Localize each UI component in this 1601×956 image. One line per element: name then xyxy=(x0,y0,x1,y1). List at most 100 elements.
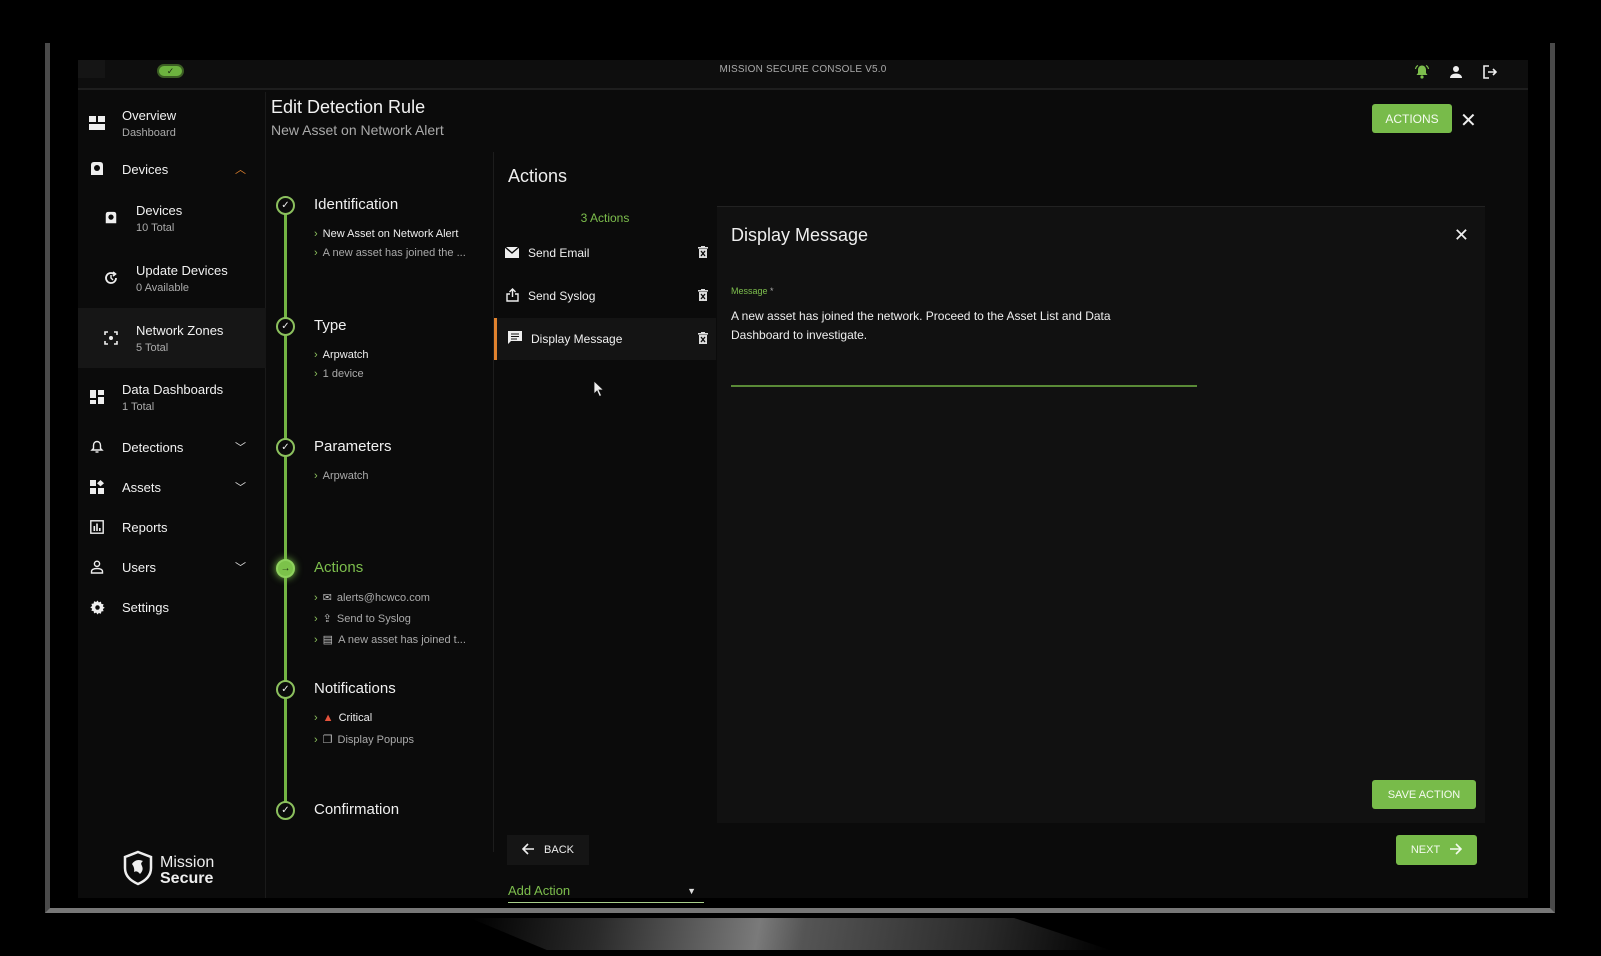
actions-button[interactable]: ACTIONS xyxy=(1372,104,1452,133)
bell-icon xyxy=(88,438,106,456)
chevron-down-icon[interactable]: ﹀ xyxy=(235,479,246,495)
save-action-button[interactable]: SAVE ACTION xyxy=(1372,780,1476,809)
app-window: ✓ MISSION SECURE CONSOLE V5.0 Overview Da… xyxy=(78,60,1528,903)
logo-text-line1: Mission xyxy=(160,853,215,871)
mail-icon: ✉ xyxy=(322,592,332,604)
chevron-up-icon[interactable]: ︿ xyxy=(235,161,246,177)
popup-icon: ❐ xyxy=(322,734,333,746)
sidebar-item-devices-list[interactable]: Devices 10 Total xyxy=(78,190,266,246)
mouse-cursor xyxy=(593,380,605,403)
arrow-right-icon xyxy=(1449,842,1463,858)
logout-icon[interactable] xyxy=(1480,62,1500,82)
actions-count: 3 Actions xyxy=(580,211,630,225)
share-icon: ⇪ xyxy=(322,613,332,625)
user-icon xyxy=(88,558,106,576)
sidebar-item-label: Data Dashboards xyxy=(122,381,224,397)
step-detail: › ▤ A new asset has joined t... xyxy=(314,633,466,647)
sidebar-item-label: Devices xyxy=(136,202,183,218)
panel-title: Display Message xyxy=(731,225,869,245)
sidebar-item-label: Users xyxy=(122,559,156,575)
chevron-down-icon[interactable]: ﹀ xyxy=(235,559,246,575)
step-detail: › ⇪ Send to Syslog xyxy=(314,612,411,626)
mission-secure-logo: Mission Secure xyxy=(122,850,214,891)
device-icon xyxy=(102,209,120,227)
arrow-left-icon xyxy=(521,842,535,858)
step-detail: › ▲ Critical xyxy=(314,712,373,724)
delete-icon[interactable] xyxy=(698,245,708,261)
next-label: NEXT xyxy=(1410,844,1441,856)
chevron-down-icon[interactable]: ﹀ xyxy=(235,439,246,455)
bell-icon[interactable] xyxy=(1412,62,1432,82)
delete-icon[interactable] xyxy=(698,331,708,347)
chevron-right-icon: › xyxy=(314,368,318,380)
chevron-right-icon: › xyxy=(314,349,318,361)
action-label: Send Email xyxy=(528,246,590,260)
sidebar-item-network-zones[interactable]: Network Zones 5 Total xyxy=(78,308,266,368)
delete-icon[interactable] xyxy=(698,288,708,304)
arrow-right-icon: → xyxy=(276,559,295,578)
sidebar-item-users[interactable]: Users ﹀ xyxy=(78,552,266,582)
check-icon: ✓ xyxy=(276,317,295,336)
action-item-send-syslog[interactable]: Send Syslog xyxy=(494,275,716,317)
step-title: Actions xyxy=(314,559,364,576)
rule-stepper: ✓ Identification › New Asset on Network A… xyxy=(268,190,493,880)
sidebar: Overview Dashboard Devices ︿ Devices 10 To… xyxy=(78,92,266,898)
chevron-right-icon: › xyxy=(314,591,318,604)
user-icon[interactable] xyxy=(1446,62,1466,82)
step-title: Type xyxy=(314,317,347,334)
sidebar-item-label: Detections xyxy=(122,439,184,455)
sidebar-item-sublabel: 0 Available xyxy=(136,281,190,294)
stepper-line xyxy=(284,206,287,812)
display-message-panel: Display Message ✕ Message * A new asset … xyxy=(717,206,1485,823)
logo-text-line2: Secure xyxy=(160,869,214,887)
page-subtitle: New Asset on Network Alert xyxy=(271,122,444,138)
back-button[interactable]: BACK xyxy=(507,835,589,865)
sidebar-item-label: Assets xyxy=(122,479,162,495)
assets-icon xyxy=(88,478,106,496)
step-detail: › Arpwatch xyxy=(314,349,369,361)
dashboard-icon xyxy=(88,114,106,132)
close-icon[interactable]: ✕ xyxy=(1454,225,1469,246)
sidebar-item-data-dashboards[interactable]: Data Dashboards 1 Total xyxy=(78,372,266,422)
sidebar-item-label: Settings xyxy=(122,599,169,615)
chevron-right-icon: › xyxy=(314,712,318,724)
step-detail: › ✉ alerts@hcwco.com xyxy=(314,591,430,605)
chevron-right-icon: › xyxy=(314,612,318,625)
step-title: Identification xyxy=(314,196,399,213)
reports-icon xyxy=(88,518,106,536)
sidebar-item-update-devices[interactable]: Update Devices 0 Available xyxy=(78,248,266,308)
dashboard-icon xyxy=(88,388,106,406)
caret-down-icon: ▼ xyxy=(687,885,696,896)
sidebar-item-devices[interactable]: Devices ︿ xyxy=(78,154,266,184)
gear-icon xyxy=(88,598,106,616)
action-item-send-email[interactable]: Send Email xyxy=(494,232,716,274)
sidebar-item-assets[interactable]: Assets ﹀ xyxy=(78,472,266,502)
device-icon xyxy=(88,160,106,178)
sidebar-item-overview[interactable]: Overview Dashboard xyxy=(78,104,266,142)
sidebar-item-sublabel: 1 Total xyxy=(122,400,155,413)
step-title: Notifications xyxy=(314,680,396,697)
chevron-right-icon: › xyxy=(314,247,318,259)
sidebar-item-settings[interactable]: Settings xyxy=(78,592,266,622)
add-action-select[interactable]: Add Action ▼ xyxy=(508,879,704,903)
chevron-right-icon: › xyxy=(314,470,318,482)
monitor-reflection xyxy=(470,918,1110,950)
message-textarea[interactable]: A new asset has joined the network. Proc… xyxy=(731,307,1151,345)
step-detail: › Arpwatch xyxy=(314,470,369,482)
close-icon[interactable]: ✕ xyxy=(1460,108,1477,133)
action-item-display-message[interactable]: Display Message xyxy=(494,318,716,360)
add-action-placeholder: Add Action xyxy=(508,883,571,898)
chevron-right-icon: › xyxy=(314,228,318,240)
message-label: Message * xyxy=(731,286,774,296)
sidebar-item-label: Devices xyxy=(122,161,169,177)
actions-heading: Actions xyxy=(508,166,568,186)
step-detail: › A new asset has joined the ... xyxy=(314,247,466,259)
sidebar-item-label: Overview xyxy=(122,107,177,123)
sidebar-item-label: Network Zones xyxy=(136,322,224,338)
step-title: Confirmation xyxy=(314,801,400,818)
sidebar-item-reports[interactable]: Reports xyxy=(78,512,266,542)
chevron-right-icon: › xyxy=(314,733,318,746)
sidebar-item-detections[interactable]: Detections ﹀ xyxy=(78,432,266,462)
next-button[interactable]: NEXT xyxy=(1396,835,1477,865)
shield-icon xyxy=(122,850,154,891)
